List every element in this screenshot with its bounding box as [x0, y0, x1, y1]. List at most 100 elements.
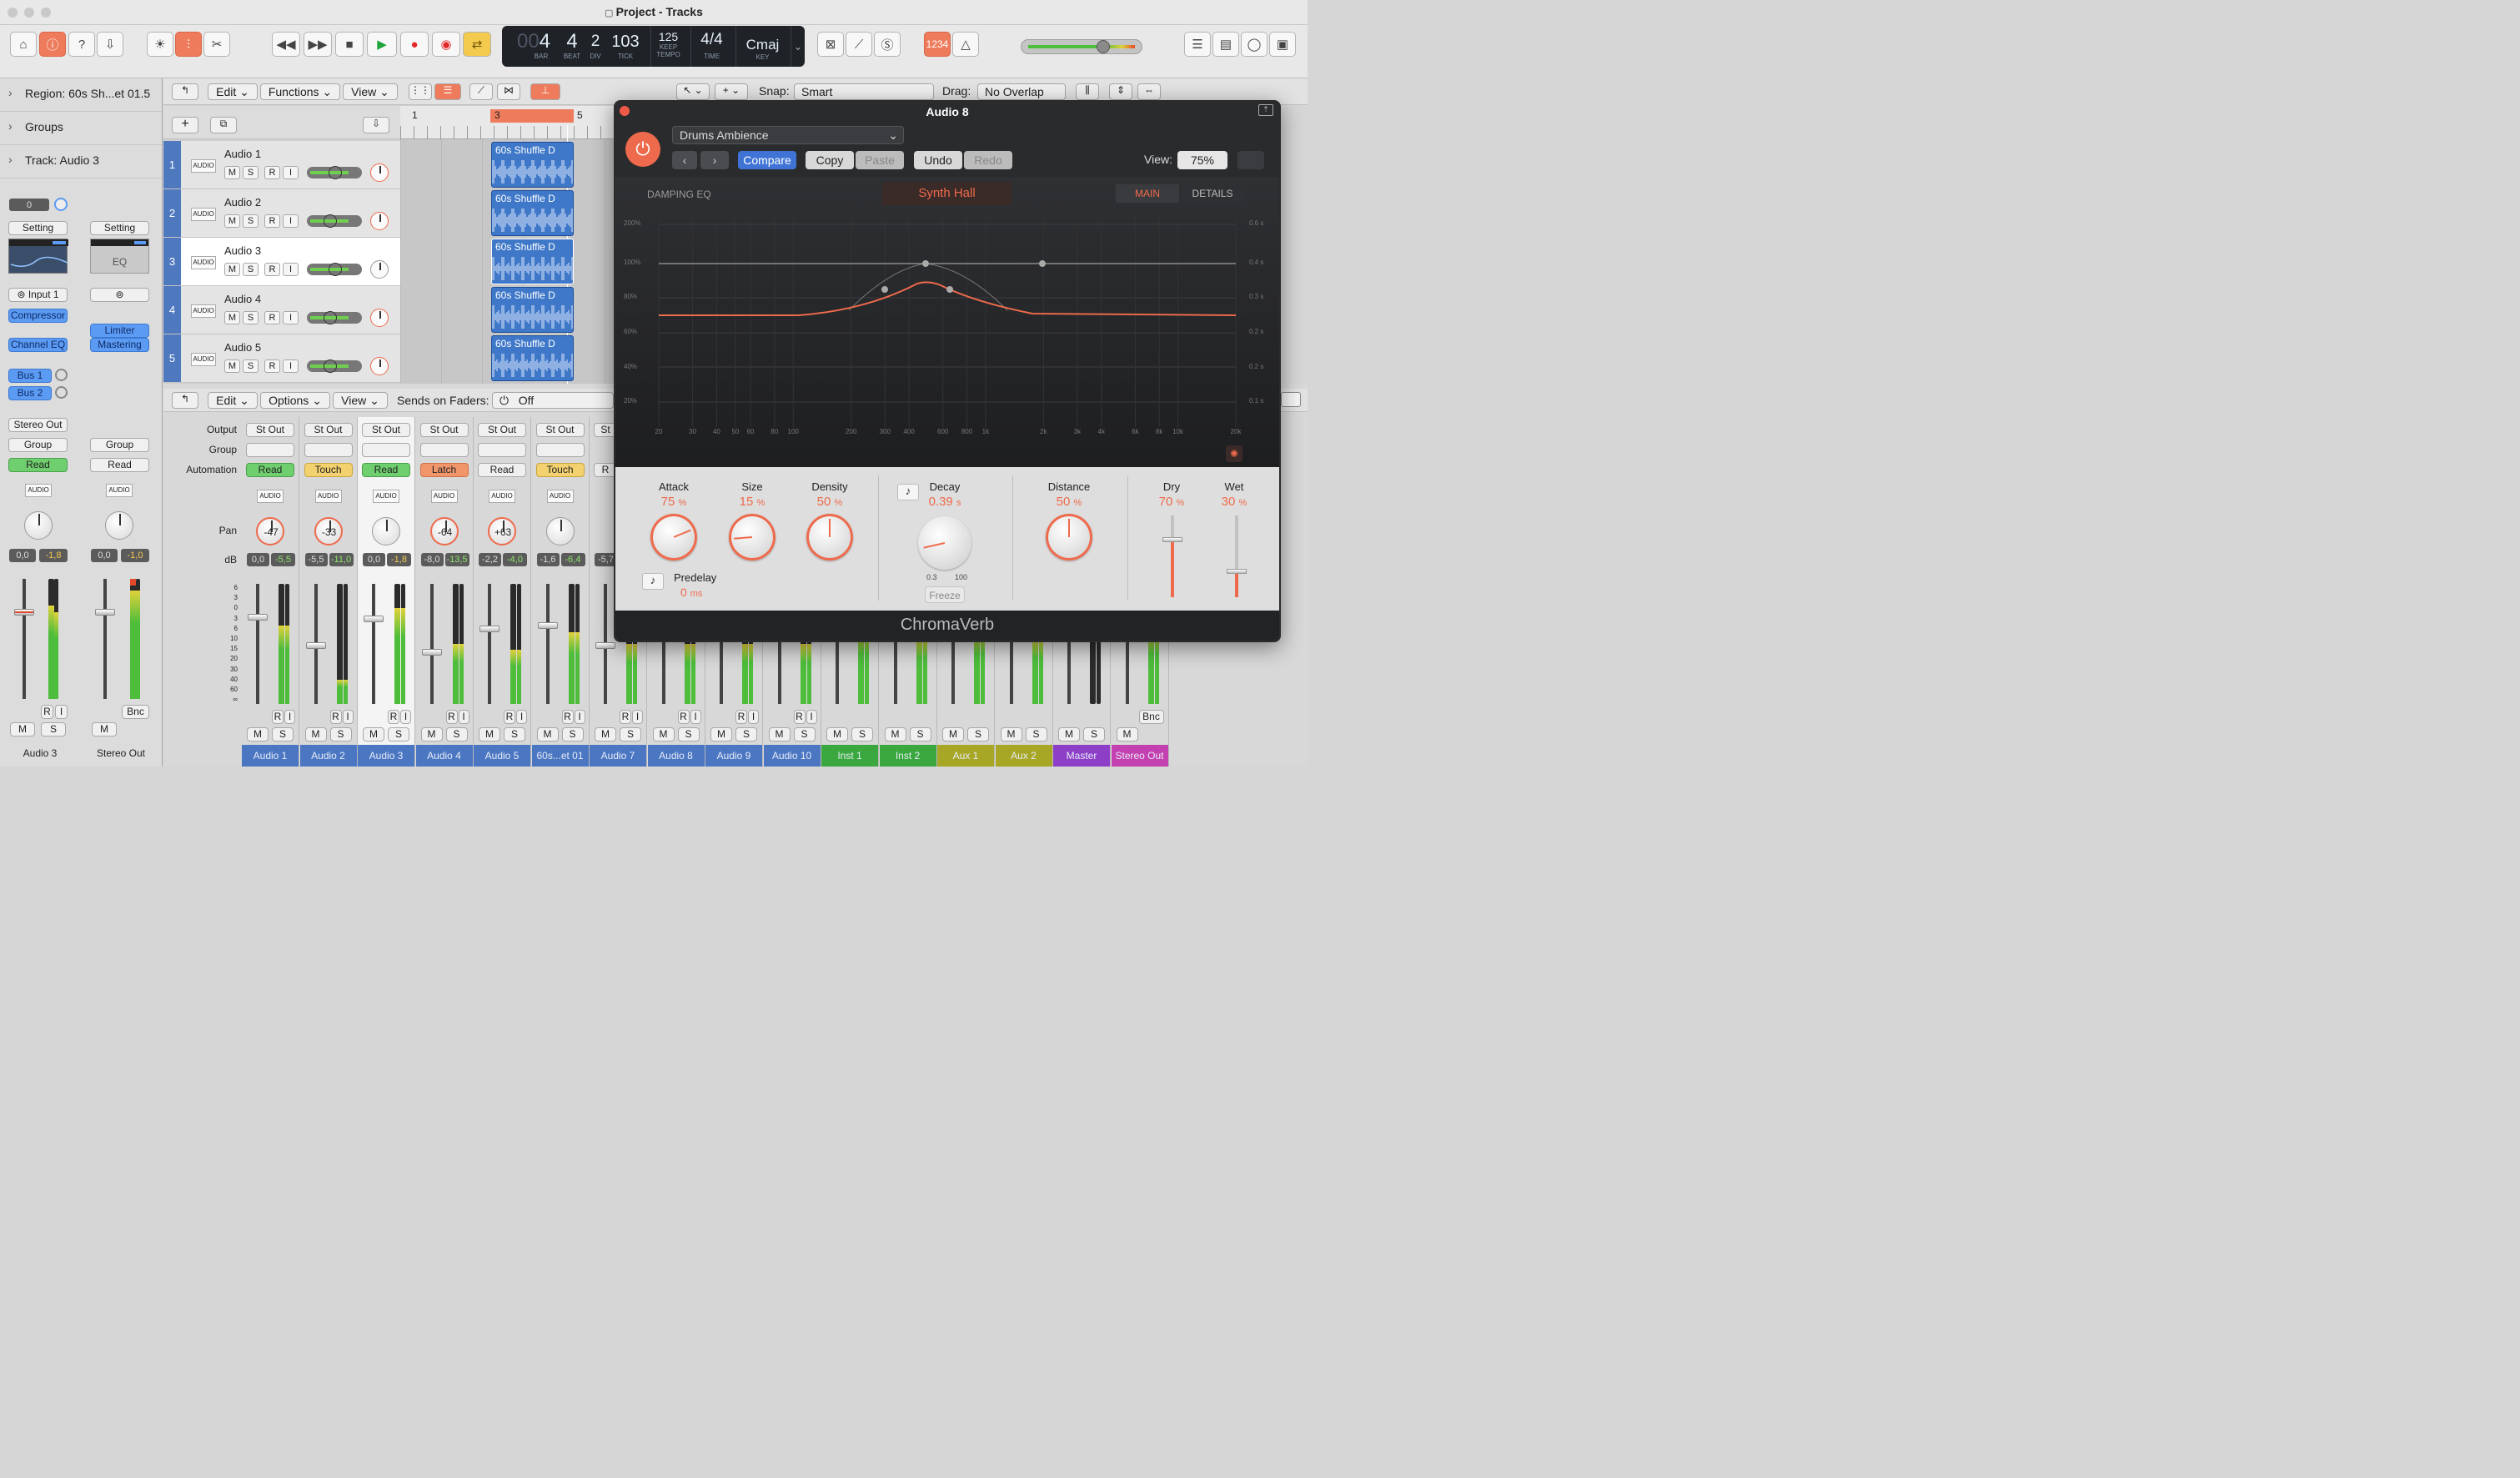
- audio-region[interactable]: 60s Shuffle D: [491, 142, 574, 188]
- channel-name[interactable]: Audio 9: [705, 745, 762, 767]
- eq-curve-display[interactable]: [615, 177, 1279, 467]
- volume-fader-thumb[interactable]: [421, 649, 442, 656]
- record-enable-button[interactable]: R: [264, 359, 280, 373]
- notepad-icon[interactable]: ▤: [1212, 32, 1239, 57]
- mute-button[interactable]: M: [224, 214, 240, 228]
- track-inspector-header[interactable]: › Track: Audio 3: [0, 145, 162, 178]
- setting-button[interactable]: Setting: [8, 221, 68, 235]
- track-volume-slider[interactable]: [307, 166, 362, 179]
- audio-region[interactable]: 60s Shuffle D: [491, 335, 574, 381]
- browsers-icon[interactable]: ▣: [1269, 32, 1296, 57]
- solo-button[interactable]: S: [272, 727, 294, 742]
- library-icon[interactable]: ⌂: [10, 32, 37, 57]
- output-slot[interactable]: St Out: [304, 423, 353, 437]
- channel-name[interactable]: Aux 2: [995, 745, 1052, 767]
- channel-name[interactable]: Inst 1: [821, 745, 878, 767]
- send-level-knob[interactable]: [55, 369, 68, 381]
- volume-fader-track[interactable]: [372, 584, 375, 704]
- eq-thumbnail[interactable]: EQ: [90, 239, 149, 274]
- spectrum-icon[interactable]: ✺: [1226, 445, 1242, 462]
- rewind-icon[interactable]: ◀◀: [272, 32, 300, 57]
- flex-icon[interactable]: ⋈: [497, 83, 520, 100]
- cycle-region[interactable]: [490, 109, 574, 123]
- cycle-icon[interactable]: ⇄: [463, 32, 491, 57]
- channel-name[interactable]: Audio 8: [647, 745, 705, 767]
- duplicate-track-icon[interactable]: ⧉: [210, 117, 237, 133]
- input-monitor-button[interactable]: I: [283, 359, 299, 373]
- dry-slider-track[interactable]: [1162, 515, 1182, 597]
- mute-button[interactable]: M: [884, 727, 906, 742]
- track-name[interactable]: Audio 5: [224, 341, 261, 354]
- mute-button[interactable]: M: [710, 727, 732, 742]
- volume-fader-track[interactable]: [545, 584, 550, 704]
- solo-button[interactable]: S: [243, 311, 259, 324]
- input-monitor-button[interactable]: I: [748, 710, 759, 724]
- volume-fader-track[interactable]: [256, 584, 259, 704]
- pointer-tool-icon[interactable]: ↖ ⌄: [676, 83, 710, 100]
- record-enable-button[interactable]: R: [264, 311, 280, 324]
- send-level-knob[interactable]: [55, 386, 68, 399]
- info-icon[interactable]: ⓘ: [39, 32, 66, 57]
- output-slot[interactable]: St Out: [362, 423, 410, 437]
- mute-button[interactable]: M: [224, 166, 240, 179]
- capture-record-icon[interactable]: ◉: [432, 32, 460, 57]
- output-slot[interactable]: St Out: [419, 423, 469, 437]
- metronome-icon[interactable]: △: [952, 32, 979, 57]
- density-knob[interactable]: [806, 514, 853, 561]
- record-enable-button[interactable]: R: [272, 710, 284, 724]
- input-monitor-button[interactable]: I: [342, 710, 354, 724]
- size-knob[interactable]: [729, 514, 776, 561]
- channel-name[interactable]: Audio 2: [299, 745, 357, 767]
- track-volume-thumb[interactable]: [324, 214, 337, 228]
- mute-button[interactable]: M: [247, 727, 269, 742]
- list-editors-icon[interactable]: ☰: [1184, 32, 1211, 57]
- pan-knob[interactable]: [545, 517, 575, 545]
- sends-on-faders-select[interactable]: ⏻ Off: [492, 392, 614, 409]
- input-monitor-button[interactable]: I: [283, 214, 299, 228]
- fast-forward-icon[interactable]: ▶▶: [304, 32, 332, 57]
- volume-fader-thumb[interactable]: [364, 616, 384, 622]
- mute-button[interactable]: M: [10, 722, 35, 736]
- mute-button[interactable]: M: [224, 263, 240, 276]
- snap-select[interactable]: Smart: [794, 83, 934, 100]
- edit-menu[interactable]: Edit ⌄: [208, 83, 258, 100]
- waveform-zoom-icon[interactable]: ⫼: [1076, 83, 1099, 100]
- redo-button[interactable]: Redo: [964, 151, 1012, 169]
- solo-button[interactable]: S: [504, 727, 525, 742]
- track-pan-knob[interactable]: [370, 309, 389, 327]
- automation-mode[interactable]: Read: [246, 463, 294, 477]
- tuner-icon[interactable]: ⟋: [846, 32, 872, 57]
- plugin-slot-limiter[interactable]: Limiter: [90, 324, 149, 338]
- bounce-button[interactable]: Bnc: [122, 705, 149, 719]
- distance-value[interactable]: 50 %: [1027, 495, 1111, 509]
- help-icon[interactable]: ?: [68, 32, 95, 57]
- automation-mode[interactable]: Touch: [304, 463, 353, 477]
- track-volume-thumb[interactable]: [324, 359, 337, 373]
- group-slot[interactable]: [246, 443, 294, 457]
- volume-fader-track[interactable]: [488, 584, 491, 704]
- mute-button[interactable]: M: [92, 722, 117, 736]
- groups-inspector-header[interactable]: › Groups: [0, 112, 162, 145]
- input-monitor-button[interactable]: I: [400, 710, 411, 724]
- solo-button[interactable]: S: [735, 727, 757, 742]
- channel-name[interactable]: 60s...et 01: [531, 745, 589, 767]
- editors-scissors-icon[interactable]: ✂: [203, 32, 230, 57]
- input-monitor-button[interactable]: I: [690, 710, 701, 724]
- count-in-button[interactable]: 1234: [924, 32, 951, 57]
- predelay-sync-icon[interactable]: ♪: [642, 573, 664, 590]
- record-enable-button[interactable]: R: [620, 710, 631, 724]
- record-enable-button[interactable]: R: [504, 710, 515, 724]
- channel-name[interactable]: Audio 3: [358, 745, 414, 767]
- pan-knob[interactable]: +63: [488, 517, 516, 545]
- solo-button[interactable]: S: [388, 727, 409, 742]
- automation-mode[interactable]: Read: [8, 458, 68, 472]
- mixer-icon[interactable]: ⫶: [175, 32, 202, 57]
- volume-fader-track[interactable]: [23, 579, 26, 699]
- wet-slider-thumb[interactable]: [1227, 569, 1247, 574]
- pan-knob[interactable]: -47: [256, 517, 284, 545]
- output-slot[interactable]: Stereo Out: [8, 418, 68, 432]
- track-name[interactable]: Audio 1: [224, 148, 261, 160]
- eq-thumbnail[interactable]: [8, 239, 68, 274]
- input-monitor-button[interactable]: I: [632, 710, 643, 724]
- automation-mode[interactable]: Read: [478, 463, 526, 477]
